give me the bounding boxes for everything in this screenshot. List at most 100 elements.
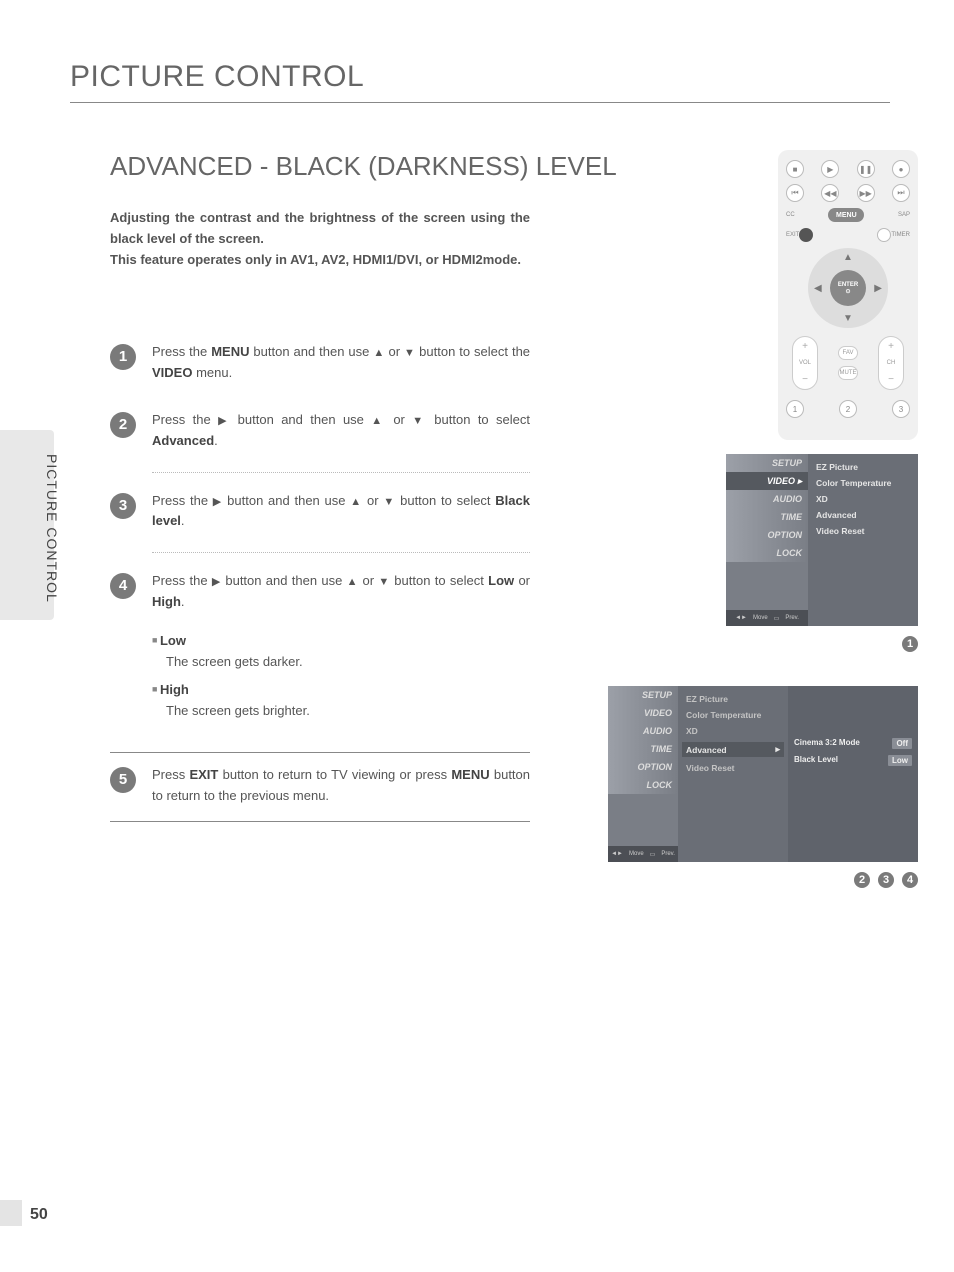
osd-ref-badge-3: 3 [878,872,894,888]
ch-label: CH [887,360,896,366]
rewind-button-icon: ◀◀ [821,184,839,202]
t: Move [753,615,768,621]
t: Cinema 3:2 Mode [794,738,860,749]
t: or [514,573,530,588]
down-arrow-icon: ▼ [404,347,415,359]
osd1-pane: EZ Picture Color Temperature XD Advanced… [808,454,918,626]
num-2-button: 2 [839,400,857,418]
option-low-desc: The screen gets darker. [166,652,530,673]
intro-line-1: Adjusting the contrast and the brightnes… [110,210,530,246]
vol-ch-row: +VOL− FAV MUTE +CH− [786,336,910,390]
steps-list: 1 Press the MENU button and then use ▲ o… [110,330,530,821]
option-block: Low The screen gets darker. High The scr… [152,631,530,722]
exit-bold: EXIT [189,767,218,782]
t: Prev. [785,615,799,621]
remote-illustration: ■ ▶ ❚❚ ● ⏮ ◀◀ ▶▶ ⏭ CC MENU SAP EXIT TIME… [778,150,918,440]
sub-title: ADVANCED - BLACK (DARKNESS) LEVEL [110,151,890,182]
t: or [358,573,378,588]
right-arrow-icon: ▶ [213,496,223,508]
t: or [362,493,383,508]
step-4: 4 Press the ▶ button and then use ▲ or ▼… [110,559,530,752]
osd-side-time: TIME [608,740,678,758]
osd-side-setup: SETUP [608,686,678,704]
t: button to select [390,573,488,588]
step-1: 1 Press the MENU button and then use ▲ o… [110,330,530,398]
osd-pane-colortemp: Color Temperature [816,478,910,488]
step-badge-1: 1 [110,344,136,370]
t: Press the [152,412,218,427]
numpad-row: 1 2 3 [786,400,910,418]
play-button-icon: ▶ [821,160,839,178]
caret-icon: ▸ [775,744,780,755]
osd-side-option: OPTION [726,526,808,544]
record-button-icon: ● [892,160,910,178]
t: button to select the [415,344,530,359]
step-badge-3: 3 [110,493,136,519]
sidebar-label: PICTURE CONTROL [44,454,60,603]
vol-rocker: +VOL− [792,336,818,390]
step-3: 3 Press the ▶ button and then use ▲ or ▼… [110,479,530,547]
fav-mute-col: FAV MUTE [838,336,858,390]
step-2-text: Press the ▶ button and then use ▲ or ▼ b… [152,410,530,452]
osd-ref-badge-1: 1 [902,636,918,652]
osd-sub-blacklevel: Black Level Low [794,755,912,766]
down-arrow-icon: ▼ [383,496,395,508]
advanced-bold: Advanced [152,433,214,448]
ch-rocker: +CH− [878,336,904,390]
t: Press [152,767,189,782]
t: Press the [152,493,213,508]
exit-button-icon [799,228,813,242]
t: Move [629,851,644,857]
t: button and then use [230,412,371,427]
up-arrow-icon: ▲ [350,496,362,508]
osd-sub-cinema: Cinema 3:2 Mode Off [794,738,912,749]
osd-pane-ezpicture: EZ Picture [686,694,780,704]
step-5-text: Press EXIT button to return to TV viewin… [152,765,530,807]
t: Press the [152,573,212,588]
remote-row-exit: EXIT TIMER [786,228,910,242]
t: button and then use [249,344,373,359]
up-arrow-icon: ▲ [347,576,359,588]
stop-button-icon: ■ [786,160,804,178]
down-arrow-icon: ▼ [412,415,427,427]
osd-ref-badge-4: 4 [902,872,918,888]
right-arrow-icon: ▶ [218,415,230,427]
osd-menu-2: SETUP VIDEO AUDIO TIME OPTION LOCK ◄►Mov… [608,686,918,862]
t: menu. [192,365,232,380]
osd2-subpane: Cinema 3:2 Mode Off Black Level Low [788,686,918,862]
dpad-right-icon: ▶ [874,283,882,294]
enter-symbol-icon: ⊙ [845,288,850,295]
remote-row-menu: CC MENU SAP [786,208,910,222]
osd-ref-badge-row: 2 3 4 [854,872,918,888]
caret-icon: ▸ [797,476,802,487]
num-3-button: 3 [892,400,910,418]
osd-side-lock: LOCK [608,776,678,794]
up-arrow-icon: ▲ [371,415,386,427]
down-arrow-icon: ▼ [378,576,390,588]
remote-row-transport-2: ⏮ ◀◀ ▶▶ ⏭ [786,184,910,202]
step-3-text: Press the ▶ button and then use ▲ or ▼ b… [152,491,530,533]
menu-bold: MENU [211,344,249,359]
t: Prev. [661,851,675,857]
timer-button-icon [877,228,891,242]
t: button and then use [222,493,350,508]
cinema-value: Off [892,738,912,749]
step-5: 5 Press EXIT button to return to TV view… [110,753,530,822]
dpad: ▲ ▼ ◀ ▶ ENTER ⊙ [808,248,888,328]
osd-side-setup: SETUP [726,454,808,472]
t: button to select [427,412,530,427]
step-badge-2: 2 [110,412,136,438]
t: . [181,594,185,609]
t: button to return to TV viewing or press [218,767,451,782]
osd2-sidebar: SETUP VIDEO AUDIO TIME OPTION LOCK ◄►Mov… [608,686,678,862]
dpad-left-icon: ◀ [814,283,822,294]
dotted-divider [152,472,530,473]
pause-button-icon: ❚❚ [857,160,875,178]
low-bold: Low [488,573,514,588]
t: . [214,433,218,448]
enter-button: ENTER ⊙ [830,270,866,306]
option-low: Low The screen gets darker. [152,631,530,673]
osd-side-video: VIDEO ▸ [726,472,808,490]
remote-row-transport-1: ■ ▶ ❚❚ ● [786,160,910,178]
intro-line-2: This feature operates only in AV1, AV2, … [110,252,521,267]
